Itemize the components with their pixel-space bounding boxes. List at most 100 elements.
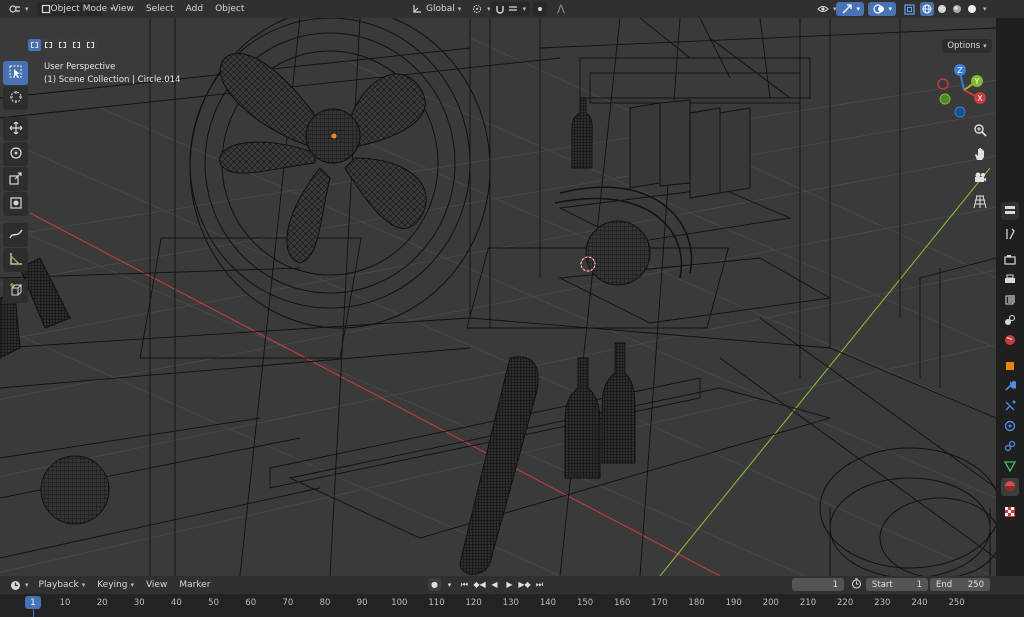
tab-scene[interactable] (1001, 312, 1019, 330)
menu-object[interactable]: Object (209, 0, 250, 18)
start-value: 1 (916, 579, 922, 590)
tab-output[interactable] (1001, 272, 1019, 290)
chevron-down-icon: ▾ (856, 5, 860, 13)
ruler-tick-label: 230 (874, 598, 891, 608)
start-frame-field[interactable]: Start 1 (866, 578, 928, 591)
select-intersect-button[interactable] (84, 39, 97, 51)
chevron-down-icon[interactable]: ▾ (983, 5, 987, 13)
ruler-tick-label: 200 (762, 598, 779, 608)
camera-view-button[interactable] (970, 169, 990, 189)
next-keyframe-icon: ▶◆ (518, 580, 531, 589)
camera-icon (973, 171, 987, 188)
menu-add[interactable]: Add (180, 0, 209, 18)
world-globe-icon (1004, 334, 1016, 349)
jump-end-button[interactable]: ⏭ (533, 578, 546, 591)
tab-particles[interactable] (1001, 398, 1019, 416)
transform-tool[interactable] (3, 192, 28, 216)
ruler-tick-label: 220 (837, 598, 854, 608)
proportional-edit-toggle[interactable] (533, 2, 547, 16)
play-icon: ▶ (506, 580, 513, 589)
end-frame-field[interactable]: End 250 (930, 578, 990, 591)
material-shading-icon[interactable] (950, 2, 964, 16)
jump-start-button[interactable]: ⏮ (458, 578, 471, 591)
gizmo-z-label: Z (957, 66, 963, 75)
rendered-shading-icon[interactable] (965, 2, 979, 16)
menu-select[interactable]: Select (140, 0, 180, 18)
ruler-tick-label: 170 (651, 598, 668, 608)
menu-timeline-view[interactable]: View (140, 576, 173, 594)
object-square-icon (1004, 360, 1016, 375)
gizmo-toggle[interactable]: ▾ (836, 2, 864, 16)
transform-orientation-dropdown[interactable]: Global ▾ (406, 2, 465, 16)
current-frame-indicator[interactable]: 1 (25, 596, 41, 609)
properties-editor-icon (1004, 204, 1016, 219)
ruler-tick-label: 30 (133, 598, 145, 608)
wireframe-shading-icon[interactable] (920, 2, 934, 16)
preview-range-toggle[interactable] (850, 578, 863, 591)
select-box-tool[interactable] (3, 61, 28, 85)
record-button[interactable]: ● (428, 578, 441, 591)
ortho-toggle-button[interactable] (970, 193, 990, 213)
navigation-gizmo[interactable]: Z Y X (934, 60, 994, 123)
ruler-tick-label: 10 (59, 598, 71, 608)
menu-keying[interactable]: Keying ▾ (91, 576, 140, 594)
menu-view[interactable]: View (107, 0, 140, 18)
falloff-curve-icon (554, 2, 568, 16)
cursor-tool[interactable] (3, 86, 28, 110)
current-frame-field[interactable]: 1 (792, 578, 844, 591)
annotate-tool[interactable] (3, 223, 28, 247)
auto-key-dropdown[interactable]: ▾ (443, 578, 456, 591)
rotate-tool[interactable] (3, 142, 28, 166)
snap-toggle[interactable]: ▾ (490, 2, 530, 16)
play-button[interactable]: ▶ (503, 578, 516, 591)
tab-modifiers[interactable] (1001, 378, 1019, 396)
tab-world[interactable] (1001, 332, 1019, 350)
gizmo-icon (840, 2, 853, 16)
ruler-tick-label: 180 (688, 598, 705, 608)
select-intersect-icon (87, 42, 94, 48)
play-reverse-button[interactable]: ◀ (488, 578, 501, 591)
next-keyframe-button[interactable]: ▶◆ (518, 578, 531, 591)
xray-toggle[interactable] (902, 2, 916, 16)
tab-render[interactable] (1001, 252, 1019, 270)
tab-physics[interactable] (1001, 418, 1019, 436)
properties-tab-strip (996, 18, 1024, 576)
prev-keyframe-button[interactable]: ◆◀ (473, 578, 486, 591)
tab-constraints[interactable] (1001, 438, 1019, 456)
timeline-ruler[interactable]: 1 10 20 30 40 50 60 70 80 90 100 110 120 130 140 150 16… (0, 594, 1024, 617)
zoom-button[interactable] (970, 121, 990, 141)
tab-material[interactable] (1001, 478, 1019, 496)
select-subtract-button[interactable] (56, 39, 69, 51)
tab-tool[interactable] (1001, 226, 1019, 244)
overlays-toggle[interactable]: ▾ (868, 2, 896, 16)
editor-type-button[interactable]: ▾ (4, 2, 33, 16)
options-dropdown[interactable]: Options ▾ (942, 39, 992, 53)
chevron-down-icon: ▾ (522, 5, 526, 13)
scale-tool[interactable] (3, 167, 28, 191)
timeline-editor-type-button[interactable]: ▾ (4, 578, 33, 592)
select-extend-button[interactable] (42, 39, 55, 51)
pan-button[interactable] (970, 145, 990, 165)
add-cube-tool[interactable] (3, 279, 28, 303)
select-invert-button[interactable] (70, 39, 83, 51)
play-reverse-icon: ◀ (491, 580, 498, 589)
properties-editor-type[interactable] (1001, 202, 1019, 220)
tab-object[interactable] (1001, 358, 1019, 376)
tab-data[interactable] (1001, 458, 1019, 476)
menu-marker[interactable]: Marker (173, 576, 216, 594)
stopwatch-icon (851, 578, 862, 591)
start-label: Start (872, 579, 893, 590)
mode-dropdown[interactable]: Object Mode ▾ (36, 2, 114, 16)
select-new-button[interactable] (28, 39, 41, 51)
navigation-tools (969, 121, 991, 213)
rotate-icon (9, 146, 23, 163)
solid-shading-icon[interactable] (935, 2, 949, 16)
move-tool[interactable] (3, 117, 28, 141)
measure-tool[interactable] (3, 248, 28, 272)
tab-view-layer[interactable] (1001, 292, 1019, 310)
menu-playback[interactable]: Playback ▾ (33, 576, 92, 594)
falloff-dropdown[interactable] (550, 2, 572, 16)
tab-texture[interactable] (1001, 504, 1019, 522)
chevron-down-icon: ▾ (81, 581, 86, 589)
3d-viewport[interactable]: User Perspective (1) Scene Collection | … (0, 18, 996, 576)
